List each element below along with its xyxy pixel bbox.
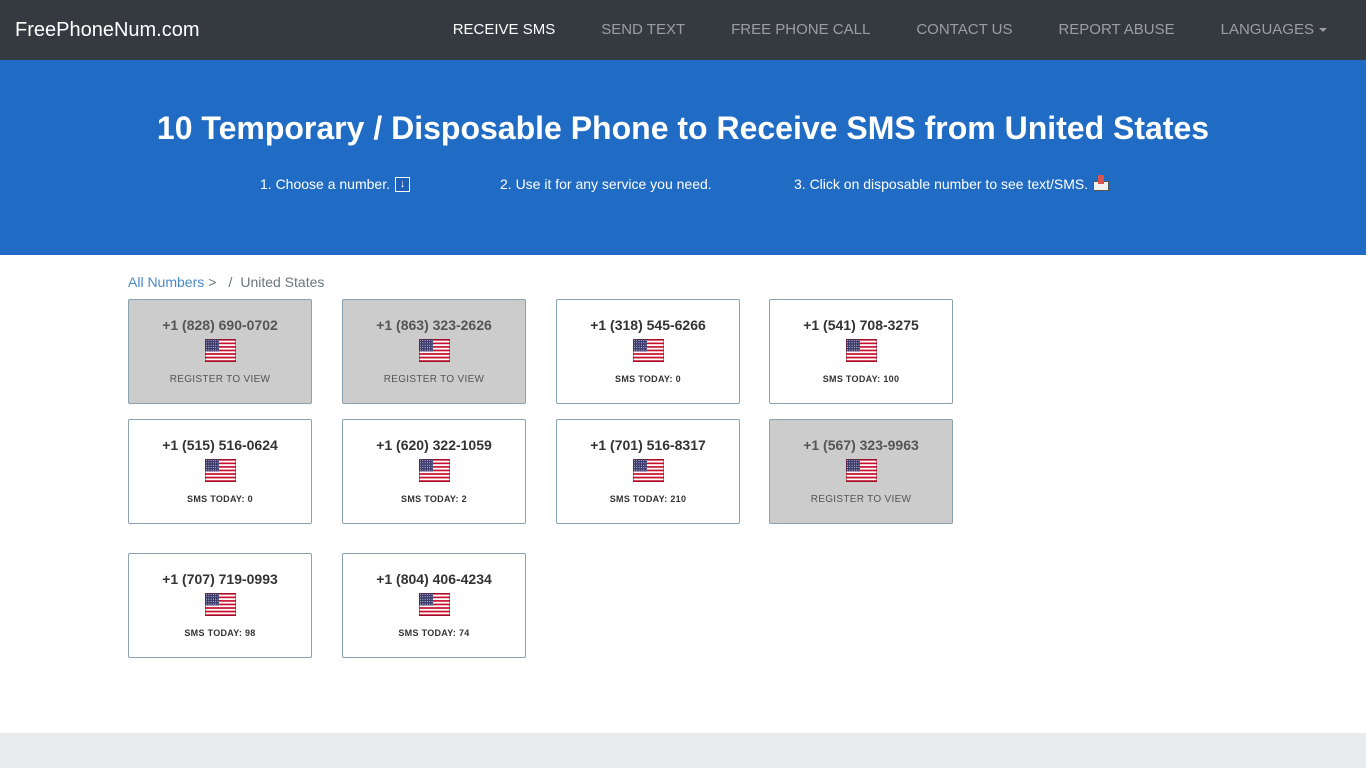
sms-today-count: SMS TODAY: 98 (184, 628, 256, 638)
brand-logo-link[interactable]: FreePhoneNum.com (15, 18, 200, 42)
nav-languages-label: LANGUAGES (1220, 21, 1314, 38)
phone-number-card[interactable]: +1 (318) 545-6266 SMS TODAY: 0 (556, 299, 740, 404)
sms-today-count: SMS TODAY: 100 (822, 374, 900, 384)
step-1-text: 1. Choose a number. (260, 176, 390, 192)
main-nav: RECEIVE SMS SEND TEXT FREE PHONE CALL CO… (430, 0, 1366, 60)
breadcrumb-chevron: > (208, 274, 217, 290)
phone-number: +1 (707) 719-0993 (162, 571, 278, 587)
phone-number: +1 (620) 322-1059 (376, 437, 492, 453)
instruction-step-3: 3. Click on disposable number to see tex… (794, 175, 1110, 193)
us-flag-icon (419, 339, 450, 362)
breadcrumb-current: United States (240, 274, 325, 290)
register-to-view-label: REGISTER TO VIEW (383, 374, 485, 385)
sms-today-count: SMS TODAY: 0 (615, 374, 681, 384)
phone-number-card[interactable]: +1 (620) 322-1059 SMS TODAY: 2 (342, 419, 526, 524)
phone-number: +1 (567) 323-9963 (803, 437, 919, 453)
us-flag-icon (846, 339, 877, 362)
breadcrumb: All Numbers > / United States (128, 274, 324, 290)
nav-receive-sms[interactable]: RECEIVE SMS (430, 20, 579, 40)
register-to-view-label: REGISTER TO VIEW (810, 494, 912, 505)
phone-number-card[interactable]: +1 (701) 516-8317 SMS TODAY: 210 (556, 419, 740, 524)
nav-free-phone-call[interactable]: FREE PHONE CALL (708, 20, 893, 40)
phone-number: +1 (828) 690-0702 (162, 317, 278, 333)
us-flag-icon (205, 593, 236, 616)
phone-number-card[interactable]: +1 (541) 708-3275 SMS TODAY: 100 (769, 299, 953, 404)
sms-today-count: SMS TODAY: 74 (398, 628, 470, 638)
step-2-text: 2. Use it for any service you need. (500, 176, 712, 192)
sms-today-count: SMS TODAY: 210 (609, 494, 687, 504)
footer (0, 733, 1366, 768)
register-to-view-label: REGISTER TO VIEW (169, 374, 271, 385)
top-navbar: FreePhoneNum.com RECEIVE SMS SEND TEXT F… (0, 0, 1366, 60)
phone-number: +1 (515) 516-0624 (162, 437, 278, 453)
step-3-text: 3. Click on disposable number to see tex… (794, 176, 1089, 192)
breadcrumb-all-numbers-link[interactable]: All Numbers (128, 274, 204, 290)
page-title: 10 Temporary / Disposable Phone to Recei… (156, 110, 1210, 146)
us-flag-icon (633, 459, 664, 482)
us-flag-icon (419, 593, 450, 616)
phone-number: +1 (804) 406-4234 (376, 571, 492, 587)
nav-send-text[interactable]: SEND TEXT (578, 20, 708, 40)
nav-contact-us[interactable]: CONTACT US (893, 20, 1035, 40)
instruction-step-1: 1. Choose a number. ↓ (260, 175, 410, 193)
caret-down-icon (1319, 28, 1327, 32)
hero-banner: 10 Temporary / Disposable Phone to Recei… (0, 60, 1366, 255)
phone-number-card[interactable]: +1 (863) 323-2626 REGISTER TO VIEW (342, 299, 526, 404)
down-arrow-icon: ↓ (394, 176, 410, 192)
breadcrumb-divider: / (228, 274, 233, 290)
phone-number-card[interactable]: +1 (567) 323-9963 REGISTER TO VIEW (769, 419, 953, 524)
phone-number: +1 (318) 545-6266 (590, 317, 706, 333)
sms-today-count: SMS TODAY: 0 (187, 494, 253, 504)
phone-number-card[interactable]: +1 (828) 690-0702 REGISTER TO VIEW (128, 299, 312, 404)
us-flag-icon (846, 459, 877, 482)
phone-number-card[interactable]: +1 (804) 406-4234 SMS TODAY: 74 (342, 553, 526, 658)
instruction-step-2: 2. Use it for any service you need. (500, 175, 712, 193)
inbox-tray-icon (1093, 175, 1110, 191)
us-flag-icon (205, 459, 236, 482)
phone-number: +1 (541) 708-3275 (803, 317, 919, 333)
phone-number: +1 (701) 516-8317 (590, 437, 706, 453)
us-flag-icon (633, 339, 664, 362)
phone-number-card[interactable]: +1 (707) 719-0993 SMS TODAY: 98 (128, 553, 312, 658)
phone-number: +1 (863) 323-2626 (376, 317, 492, 333)
nav-languages-dropdown[interactable]: LANGUAGES (1198, 20, 1350, 40)
phone-number-card[interactable]: +1 (515) 516-0624 SMS TODAY: 0 (128, 419, 312, 524)
us-flag-icon (205, 339, 236, 362)
us-flag-icon (419, 459, 450, 482)
sms-today-count: SMS TODAY: 2 (401, 494, 467, 504)
nav-report-abuse[interactable]: REPORT ABUSE (1035, 20, 1197, 40)
